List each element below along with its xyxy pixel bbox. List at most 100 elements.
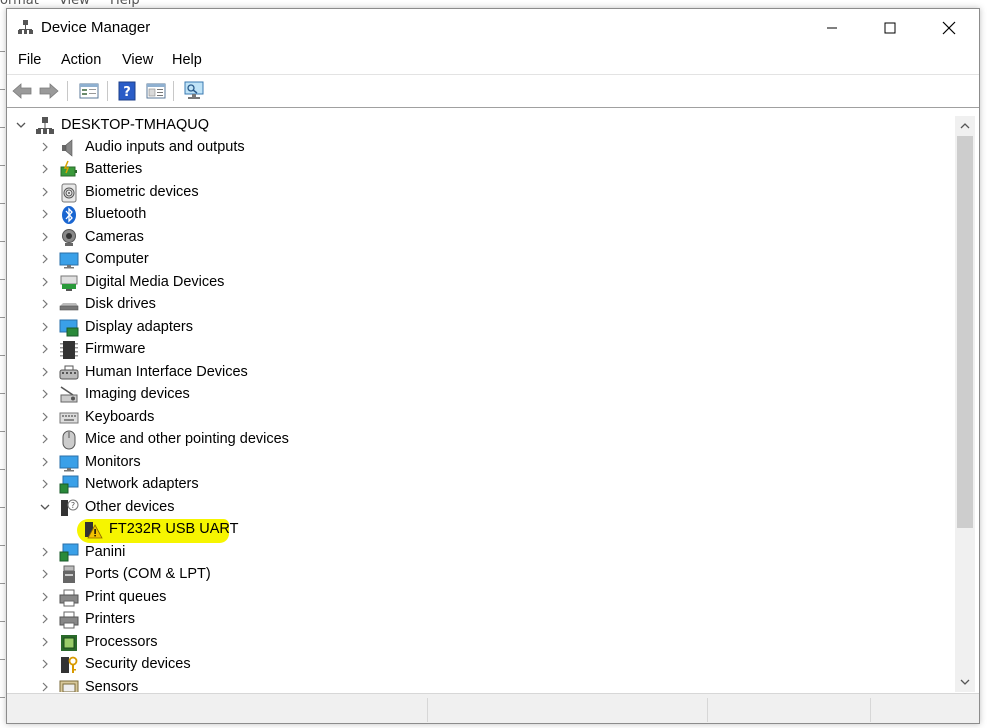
chip-icon <box>60 341 78 359</box>
tree-item[interactable]: Disk drives <box>7 294 947 316</box>
chevron-right-icon[interactable] <box>39 568 51 580</box>
hid-icon <box>59 365 79 380</box>
scroll-up-button[interactable] <box>955 116 975 136</box>
chevron-right-icon[interactable] <box>39 591 51 603</box>
menu-view[interactable]: View <box>122 52 153 68</box>
tree-item[interactable]: Panini <box>7 542 947 564</box>
chevron-down-icon[interactable] <box>39 501 51 513</box>
menu-action[interactable]: Action <box>61 52 101 68</box>
chevron-right-icon[interactable] <box>39 163 51 175</box>
tree-item[interactable]: Computer <box>7 249 947 271</box>
minimize-button[interactable] <box>803 9 861 47</box>
tree-item[interactable]: Bluetooth <box>7 204 947 226</box>
chevron-right-icon[interactable] <box>39 456 51 468</box>
toolbar-separator <box>173 81 174 101</box>
tree-item[interactable]: Security devices <box>7 654 947 676</box>
speaker-icon <box>62 139 73 157</box>
back-button[interactable] <box>10 79 34 103</box>
device-manager-window: Device Manager File Action View Help ? D… <box>6 8 980 724</box>
chevron-right-icon[interactable] <box>39 433 51 445</box>
tree-item[interactable]: Firmware <box>7 339 947 361</box>
chevron-right-icon[interactable] <box>39 388 51 400</box>
show-hidden-button[interactable] <box>144 79 168 103</box>
status-bar <box>7 693 979 723</box>
tree-item-label: Biometric devices <box>85 184 199 200</box>
bluetooth-icon <box>62 206 76 224</box>
chevron-right-icon[interactable] <box>39 636 51 648</box>
chevron-right-icon[interactable] <box>39 231 51 243</box>
chevron-right-icon[interactable] <box>39 546 51 558</box>
close-button[interactable] <box>920 9 978 47</box>
warning-device-icon <box>85 522 103 539</box>
tree-item-label: FT232R USB UART <box>109 521 239 537</box>
tree-item-label: Panini <box>85 544 126 560</box>
scrollbar-thumb[interactable] <box>957 136 973 528</box>
tree-item-label: Mice and other pointing devices <box>85 431 289 447</box>
processor-icon <box>61 635 77 651</box>
tree-item[interactable]: Display adapters <box>7 317 947 339</box>
tree-item-label: Security devices <box>85 656 191 672</box>
vertical-scrollbar[interactable] <box>955 116 975 692</box>
menu-file[interactable]: File <box>18 52 41 68</box>
tree-item-label: Computer <box>85 251 149 267</box>
chevron-right-icon[interactable] <box>39 321 51 333</box>
toolbar: ? <box>7 74 979 108</box>
menu-help[interactable]: Help <box>172 52 202 68</box>
title-bar[interactable]: Device Manager <box>7 9 979 47</box>
status-divider <box>707 698 708 722</box>
menu-bar: File Action View Help <box>7 50 979 72</box>
tree-item[interactable]: Ports (COM & LPT) <box>7 564 947 586</box>
tree-item[interactable]: Network adapters <box>7 474 947 496</box>
tree-item-expanded[interactable]: ? Other devices <box>7 497 947 519</box>
chevron-right-icon[interactable] <box>39 411 51 423</box>
chevron-right-icon[interactable] <box>39 186 51 198</box>
chevron-right-icon[interactable] <box>39 208 51 220</box>
scanner-icon <box>60 386 78 403</box>
tree-item[interactable]: Batteries <box>7 159 947 181</box>
tree-root[interactable]: DESKTOP-TMHAQUQ <box>7 115 947 137</box>
forward-button[interactable] <box>37 79 61 103</box>
chevron-right-icon[interactable] <box>39 681 51 692</box>
chevron-right-icon[interactable] <box>39 613 51 625</box>
battery-icon <box>60 160 77 177</box>
chevron-right-icon[interactable] <box>39 658 51 670</box>
help-button[interactable]: ? <box>115 79 139 103</box>
chevron-right-icon[interactable] <box>39 298 51 310</box>
tree-item[interactable]: Processors <box>7 632 947 654</box>
device-tree[interactable]: DESKTOP-TMHAQUQ Audio inputs and outputs… <box>7 109 977 692</box>
tree-item-label: Bluetooth <box>85 206 147 222</box>
chevron-right-icon[interactable] <box>39 276 51 288</box>
tree-item[interactable]: Imaging devices <box>7 384 947 406</box>
chevron-right-icon[interactable] <box>39 366 51 378</box>
tree-item-label: Firmware <box>85 341 146 357</box>
chevron-right-icon[interactable] <box>39 141 51 153</box>
tree-item[interactable]: Monitors <box>7 452 947 474</box>
computer-name: DESKTOP-TMHAQUQ <box>61 117 209 133</box>
tree-item[interactable]: Biometric devices <box>7 182 947 204</box>
port-icon <box>63 565 75 583</box>
disk-drive-icon <box>59 303 79 311</box>
tree-item[interactable]: Print queues <box>7 587 947 609</box>
tree-item-label: Disk drives <box>85 296 156 312</box>
chevron-right-icon[interactable] <box>39 343 51 355</box>
properties-button[interactable] <box>77 79 101 103</box>
scroll-down-button[interactable] <box>955 672 975 692</box>
maximize-button[interactable] <box>861 9 919 47</box>
tree-item[interactable]: Audio inputs and outputs <box>7 137 947 159</box>
chevron-down-icon[interactable] <box>15 119 27 131</box>
scan-hardware-button[interactable] <box>182 79 206 103</box>
tree-item-label: Printers <box>85 611 135 627</box>
tree-item[interactable]: Keyboards <box>7 407 947 429</box>
tree-child-item[interactable]: FT232R USB UART <box>7 519 947 541</box>
tree-item[interactable]: Sensors <box>7 677 947 692</box>
tree-item[interactable]: Human Interface Devices <box>7 362 947 384</box>
tree-item-label: Print queues <box>85 589 167 605</box>
tree-item-label: Digital Media Devices <box>85 274 225 290</box>
chevron-right-icon[interactable] <box>39 253 51 265</box>
tree-item[interactable]: Printers <box>7 609 947 631</box>
tree-item[interactable]: Cameras <box>7 227 947 249</box>
chevron-right-icon[interactable] <box>39 478 51 490</box>
device-manager-app-icon <box>17 19 34 36</box>
tree-item[interactable]: Digital Media Devices <box>7 272 947 294</box>
tree-item[interactable]: Mice and other pointing devices <box>7 429 947 451</box>
